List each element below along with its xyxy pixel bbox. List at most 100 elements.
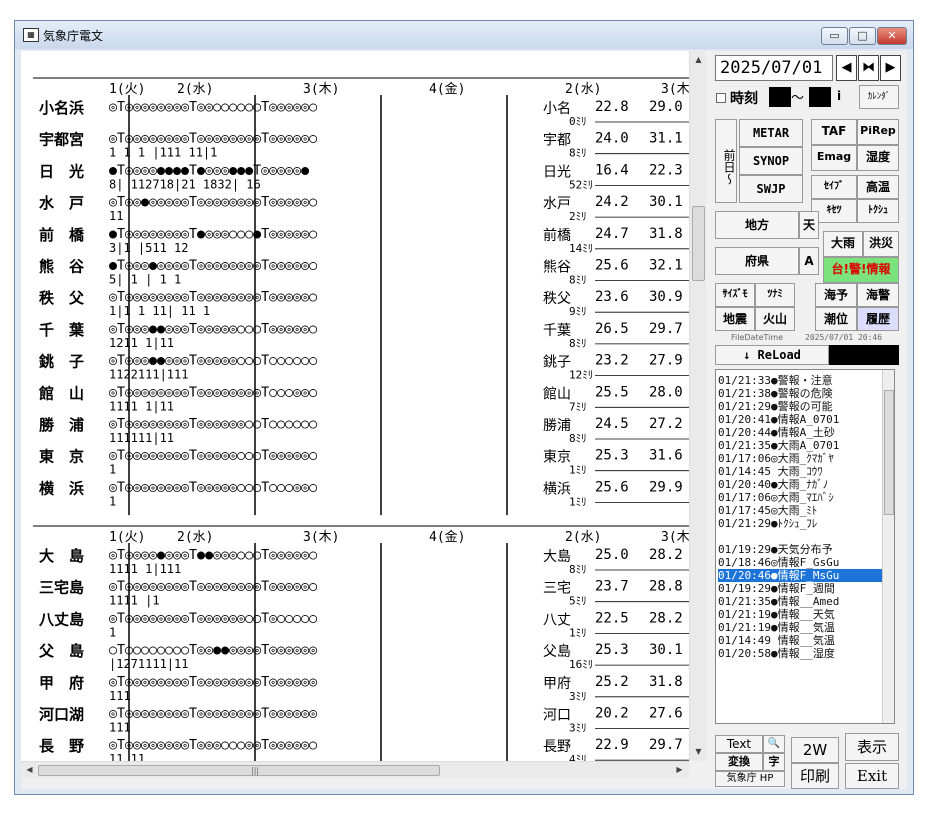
calendar-button[interactable]: ｶﾚﾝﾀﾞ xyxy=(859,85,899,109)
bulletin-item[interactable]: 01/21:19●情報__天気 xyxy=(718,608,884,621)
rain-amount: 14ﾐﾘ xyxy=(569,242,593,255)
bulletin-list[interactable]: 01/21:33●警報・注意 01/21:38●警報の危険 01/21:29●警報の… xyxy=(715,369,895,724)
earthquake-button[interactable]: 地震 xyxy=(715,307,755,331)
fuken-button[interactable]: 府県 xyxy=(715,247,799,275)
typhoon-warning-info-button[interactable]: 台!警!情報 xyxy=(823,257,899,283)
bulletin-list-scroll-thumb[interactable] xyxy=(884,390,894,515)
day-header: 2(水) xyxy=(177,82,213,97)
tokushu-button[interactable]: ﾄｸｼｭ xyxy=(857,199,899,223)
volcano-button[interactable]: 火山 xyxy=(755,307,795,331)
bulletin-item[interactable]: 01/19:29●天気分布予 xyxy=(718,543,884,556)
temp-min: 25.6 xyxy=(595,479,629,495)
bulletin-list-scrollbar[interactable] xyxy=(882,370,894,723)
time-from-box[interactable] xyxy=(769,87,791,107)
scroll-right-arrow[interactable]: ▶ xyxy=(671,765,688,774)
date-field[interactable]: 2025/07/01 xyxy=(715,55,833,81)
metar-button[interactable]: METAR xyxy=(739,119,803,147)
vertical-scrollbar[interactable]: ▲ ▼ xyxy=(689,51,706,761)
day-header: 1(火) xyxy=(109,82,145,97)
stop-button[interactable]: ⧓ xyxy=(858,55,879,81)
bulletin-item[interactable]: 01/17:06◎大雨_ｸﾏｶﾞﾔ xyxy=(718,452,884,465)
bulletin-item[interactable]: 01/14:49 情報__気温 xyxy=(718,634,884,647)
rain-amount: 1ﾐﾘ xyxy=(569,495,587,508)
flood-button[interactable]: 洪災 xyxy=(863,231,899,257)
horizontal-scrollbar[interactable]: ◀ ||| ▶ xyxy=(21,761,689,778)
temp-min: 16.4 xyxy=(595,162,629,178)
station-name: 千 葉 xyxy=(39,321,85,339)
time-to-box[interactable] xyxy=(809,87,831,107)
reload-status-box xyxy=(829,345,899,365)
bulletin-item[interactable]: 01/21:38●警報の危険 xyxy=(718,387,884,400)
scroll-left-arrow[interactable]: ◀ xyxy=(21,765,38,774)
chiho-button[interactable]: 地方 xyxy=(715,211,799,239)
bulletin-item[interactable]: 01/17:45◎大雨_ﾐﾄ xyxy=(718,504,884,517)
reload-button[interactable]: ↓ ReLoad xyxy=(715,345,829,365)
high-temp-button[interactable]: 高温 xyxy=(857,175,899,199)
hourly-counts: 11 11 xyxy=(109,752,145,761)
a-button[interactable]: A xyxy=(799,247,819,275)
pirep-button[interactable]: PiRep xyxy=(857,119,899,145)
bulletin-item[interactable]: 01/21:19●情報__気温 xyxy=(718,621,884,634)
minimize-button[interactable]: ▭ xyxy=(821,27,848,45)
emag-button[interactable]: Emag xyxy=(811,145,857,171)
vertical-scroll-thumb[interactable] xyxy=(692,206,705,281)
print-button[interactable]: 印刷 xyxy=(791,763,839,789)
bulletin-item[interactable]: 01/20:58●情報__湿度 xyxy=(718,647,884,660)
bulletin-item[interactable]: 01/21:33●警報・注意 xyxy=(718,374,884,387)
synop-button[interactable]: SYNOP xyxy=(739,147,803,175)
info-button[interactable]: i xyxy=(837,89,841,103)
maximize-button[interactable]: □ xyxy=(849,27,876,45)
history-button[interactable]: 履歴 xyxy=(857,307,899,331)
bulletin-item[interactable]: 01/21:35●情報__Amed xyxy=(718,595,884,608)
tsunami-button[interactable]: ﾂﾅﾐ xyxy=(755,283,795,307)
next-day-button[interactable]: ▶ xyxy=(880,55,901,81)
bulletin-item[interactable]: 01/17:06◎大雨_ﾏｴﾊﾞｼ xyxy=(718,491,884,504)
marine-warning-button[interactable]: 海警 xyxy=(857,283,899,307)
swjp-button[interactable]: SWJP xyxy=(739,175,803,203)
exit-button[interactable]: Exit xyxy=(845,763,899,789)
bulletin-item[interactable]: 01/14:45 大雨_ｺｳﾜ xyxy=(718,465,884,478)
scroll-up-arrow[interactable]: ▲ xyxy=(690,55,707,64)
temp-min: 20.2 xyxy=(595,706,629,722)
scroll-down-arrow[interactable]: ▼ xyxy=(690,747,707,756)
client-area: 1(火) 2(水) 3(木) 4(金) 2(水) 3(木 小名浜 ◎T◎◎◎◎◎◎◎◎T◎◎○… xyxy=(21,51,907,789)
bulletin-item[interactable] xyxy=(718,530,884,543)
day-header: 4(金) xyxy=(429,81,465,97)
prev-day-range-button[interactable]: 前日〜 xyxy=(715,119,737,203)
text-button[interactable]: Text xyxy=(715,735,763,753)
convert-button[interactable]: 変換 xyxy=(715,753,763,771)
station-name: 八丈島 xyxy=(38,610,84,628)
rain-amount: 1ﾐﾘ xyxy=(569,464,587,477)
bulletin-item[interactable]: 01/20:44●情報A_土砂 xyxy=(718,426,884,439)
heavy-rain-button[interactable]: 大雨 xyxy=(823,231,863,257)
bulletin-item[interactable]: 01/18:46◎情報F_GsGu xyxy=(718,556,884,569)
close-button[interactable]: ✕ xyxy=(877,27,907,45)
seifu-button[interactable]: ｾｲﾌﾞ xyxy=(811,175,857,199)
display-button[interactable]: 表示 xyxy=(845,733,899,761)
bulletin-item[interactable]: 01/19:29●情報F_週間 xyxy=(718,582,884,595)
bulletin-item[interactable]: 01/20:40●大雨_ﾅｶﾞﾉ xyxy=(718,478,884,491)
horizontal-scroll-thumb[interactable]: ||| xyxy=(38,765,440,776)
bulletin-item[interactable]: 01/21:29●ﾄｸｼｭ_ﾌﾚ xyxy=(718,517,884,530)
weather-symbols: ◎T◎◎◎◎◎◎◎◎T◎◎◎◎◎◎○○T◎○○○○○ xyxy=(109,611,317,626)
temp-min: 24.7 xyxy=(595,226,629,242)
seismo-button[interactable]: ｻｲｽﾞﾓ xyxy=(715,283,755,307)
tide-button[interactable]: 潮位 xyxy=(815,307,857,331)
ten-button[interactable]: 天 xyxy=(799,211,819,239)
temp-min: 25.3 xyxy=(595,448,629,464)
bulletin-item[interactable]: 01/20:41●情報A_0701 xyxy=(718,413,884,426)
bulletin-item[interactable]: 01/21:29●警報の可能 xyxy=(718,400,884,413)
humidity-button[interactable]: 湿度 xyxy=(857,145,899,171)
jma-hp-button[interactable]: 気象庁 HP xyxy=(715,771,785,787)
taf-button[interactable]: TAF xyxy=(811,119,857,145)
two-week-button[interactable]: 2W xyxy=(791,737,839,763)
title-bar[interactable]: ▦ 気象庁電文 ▭ □ ✕ xyxy=(15,21,913,49)
station-short-name: 小名 xyxy=(543,101,571,117)
prev-day-button[interactable]: ◀ xyxy=(836,55,857,81)
marine-forecast-button[interactable]: 海予 xyxy=(815,283,857,307)
search-icon[interactable]: 🔍 xyxy=(763,735,785,753)
bulletin-item[interactable]: 01/20:46●情報F_MsGu xyxy=(718,569,884,582)
char-button[interactable]: 字 xyxy=(763,753,785,771)
time-checkbox[interactable] xyxy=(716,93,726,103)
bulletin-item[interactable]: 01/21:35●大雨A_0701 xyxy=(718,439,884,452)
